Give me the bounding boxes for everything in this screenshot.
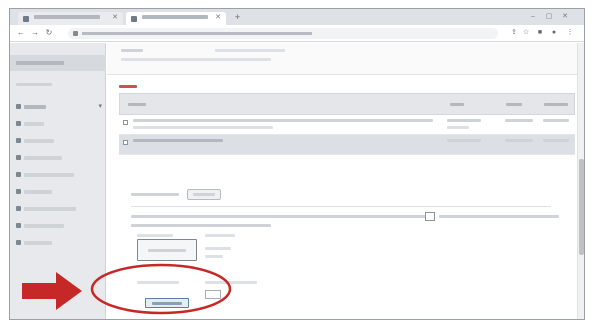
form-section-button[interactable] [187, 189, 221, 200]
table-cell [505, 119, 533, 122]
close-tab-icon[interactable]: ✕ [215, 14, 221, 22]
sidebar-section-label [16, 83, 52, 86]
sidebar-item-label [24, 122, 44, 126]
sidebar-item[interactable] [14, 118, 102, 130]
header-text [121, 49, 143, 52]
sidebar-item-label [24, 156, 62, 160]
list-icon [16, 223, 21, 228]
favicon-icon [131, 16, 137, 22]
sidebar-item-label [24, 173, 74, 177]
close-tab-icon[interactable]: ✕ [112, 14, 118, 22]
table-cell [447, 119, 481, 122]
sidebar-item[interactable] [14, 237, 102, 249]
scrollbar-thumb[interactable] [579, 159, 584, 255]
extensions-icon[interactable]: ■ [536, 29, 544, 37]
browser-tab[interactable]: ✕ [18, 12, 123, 25]
star-icon[interactable]: ☆ [522, 29, 530, 37]
sidebar-item[interactable] [14, 220, 102, 232]
inline-input[interactable] [425, 212, 435, 221]
table-cell [543, 139, 569, 142]
sidebar-item[interactable] [14, 152, 102, 164]
list-icon [16, 104, 21, 109]
list-icon [16, 240, 21, 245]
form-section-button-label [193, 193, 215, 196]
favicon-icon [23, 16, 29, 22]
sidebar-item-label [24, 207, 76, 211]
column-header[interactable] [128, 103, 146, 106]
sidebar-item-label [24, 190, 52, 194]
sidebar-header-label [16, 61, 64, 65]
table-row[interactable] [119, 115, 575, 135]
list-icon [16, 189, 21, 194]
share-icon[interactable]: ⇪ [510, 29, 518, 37]
header-text [121, 58, 271, 61]
list-icon [16, 206, 21, 211]
sidebar-item-label [24, 241, 52, 245]
upload-hint [205, 234, 235, 237]
list-icon [16, 172, 21, 177]
form-description [131, 215, 431, 218]
row-checkbox[interactable] [123, 140, 128, 145]
tab-strip: ✕ ✕ + – ▢ ✕ [10, 9, 584, 25]
sidebar-item[interactable] [14, 203, 102, 215]
form-description-continued [131, 224, 271, 227]
list-icon [16, 138, 21, 143]
table-row-selected[interactable] [119, 135, 575, 155]
scrollbar[interactable] [577, 43, 584, 319]
sidebar-item-label [24, 139, 54, 143]
table-cell [505, 139, 533, 142]
list-icon [16, 155, 21, 160]
choose-file-button-label [148, 249, 186, 252]
sidebar-item-label [24, 105, 46, 109]
upload-label [137, 234, 173, 237]
table-cell [447, 139, 481, 142]
column-header[interactable] [544, 103, 568, 106]
address-bar-row: ← → ↻ ⇪ ☆ ■ ● ⋮ [10, 25, 584, 42]
table-cell-detail [133, 126, 273, 129]
file-status [205, 247, 231, 250]
page-header [107, 43, 577, 75]
menu-icon[interactable]: ⋮ [566, 29, 574, 37]
sidebar-item-label [24, 224, 64, 228]
row-checkbox[interactable] [123, 120, 128, 125]
table-cell [133, 139, 223, 142]
choose-file-button[interactable] [137, 239, 197, 261]
column-header[interactable] [506, 103, 522, 106]
browser-tab-active[interactable]: ✕ [126, 12, 226, 25]
tab-title [142, 15, 208, 19]
address-url [82, 32, 312, 35]
forward-icon[interactable]: → [30, 28, 40, 38]
table-cell [543, 119, 569, 122]
sidebar-item[interactable] [14, 169, 102, 181]
sidebar-item[interactable] [14, 186, 102, 198]
list-icon [16, 121, 21, 126]
table-header [119, 93, 575, 115]
sidebar-header[interactable] [10, 55, 106, 71]
minimize-icon[interactable]: – [526, 12, 540, 21]
column-header[interactable] [450, 103, 464, 106]
table-cell [133, 119, 433, 122]
form-section-label [131, 193, 179, 196]
maximize-icon[interactable]: ▢ [542, 12, 556, 21]
back-icon[interactable]: ← [16, 28, 26, 38]
lock-icon [73, 31, 78, 36]
annotation-arrow-icon [22, 272, 82, 310]
chevron-down-icon[interactable]: ▾ [98, 102, 102, 110]
form-description-continued [439, 215, 559, 218]
highlight-ellipse [90, 263, 232, 315]
file-status-detail [205, 255, 223, 258]
profile-icon[interactable]: ● [550, 29, 558, 37]
table-cell-detail [447, 126, 469, 129]
sidebar-item[interactable]: ▾ [14, 101, 102, 113]
sidebar-item[interactable] [14, 135, 102, 147]
table-title [119, 85, 137, 88]
window-close-icon[interactable]: ✕ [558, 12, 572, 21]
reload-icon[interactable]: ↻ [44, 28, 54, 38]
header-text [215, 49, 285, 52]
divider [131, 206, 551, 207]
data-table [119, 93, 575, 155]
address-bar[interactable] [68, 28, 498, 39]
tab-title [34, 15, 100, 19]
new-tab-icon[interactable]: + [232, 12, 243, 23]
